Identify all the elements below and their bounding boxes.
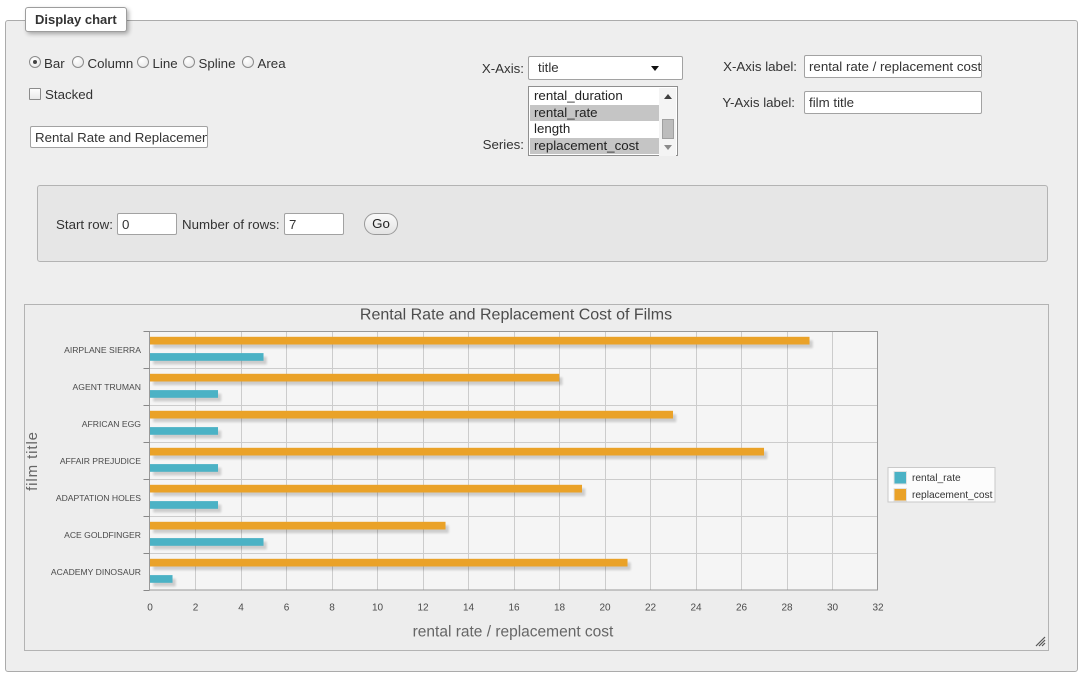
svg-text:AFFAIR PREJUDICE: AFFAIR PREJUDICE <box>60 456 141 466</box>
svg-text:0: 0 <box>147 603 153 614</box>
svg-text:4: 4 <box>238 603 244 614</box>
svg-text:rental_rate: rental_rate <box>912 473 961 484</box>
svg-text:6: 6 <box>284 603 290 614</box>
svg-text:26: 26 <box>736 603 748 614</box>
svg-text:16: 16 <box>508 603 520 614</box>
svg-text:ADAPTATION HOLES: ADAPTATION HOLES <box>56 493 141 503</box>
svg-text:24: 24 <box>690 603 702 614</box>
svg-text:rental rate / replacement cost: rental rate / replacement cost <box>413 624 614 641</box>
svg-text:Rental Rate and Replacement Co: Rental Rate and Replacement Cost of Film… <box>360 307 672 324</box>
svg-text:8: 8 <box>329 603 335 614</box>
svg-text:10: 10 <box>372 603 384 614</box>
svg-text:28: 28 <box>781 603 793 614</box>
svg-text:32: 32 <box>872 603 884 614</box>
svg-text:2: 2 <box>193 603 199 614</box>
svg-text:AIRPLANE SIERRA: AIRPLANE SIERRA <box>64 345 141 355</box>
svg-text:20: 20 <box>599 603 611 614</box>
svg-text:18: 18 <box>554 603 566 614</box>
svg-text:AFRICAN EGG: AFRICAN EGG <box>82 419 142 429</box>
svg-text:ACADEMY DINOSAUR: ACADEMY DINOSAUR <box>51 567 141 577</box>
svg-text:replacement_cost: replacement_cost <box>912 490 993 501</box>
svg-text:ACE GOLDFINGER: ACE GOLDFINGER <box>64 530 141 540</box>
svg-text:film title: film title <box>25 431 41 491</box>
svg-text:14: 14 <box>463 603 475 614</box>
svg-text:AGENT TRUMAN: AGENT TRUMAN <box>73 382 141 392</box>
svg-text:30: 30 <box>827 603 839 614</box>
svg-text:12: 12 <box>417 603 429 614</box>
svg-text:22: 22 <box>645 603 657 614</box>
